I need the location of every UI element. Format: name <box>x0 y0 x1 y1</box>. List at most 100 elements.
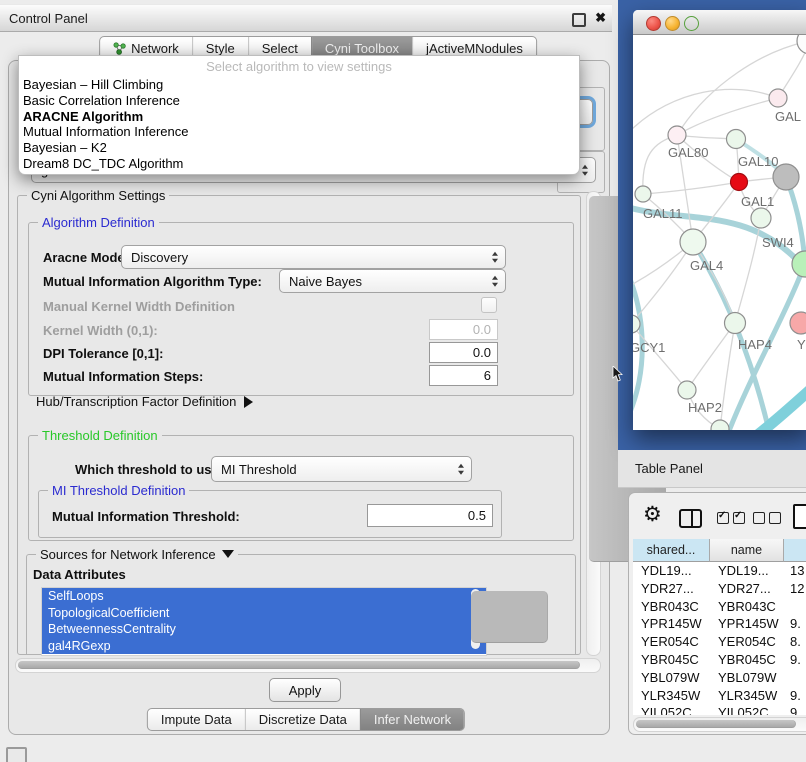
table-row[interactable]: YBR043CYBR043C <box>633 598 806 616</box>
table-row[interactable]: YPR145WYPR145W9. <box>633 615 806 633</box>
table-row[interactable]: YBR045CYBR045C9. <box>633 651 806 669</box>
network-node[interactable] <box>678 381 696 399</box>
table-horizontal-scrollbar[interactable] <box>633 717 806 732</box>
algorithm-option[interactable]: Mutual Information Inference <box>19 124 579 140</box>
checked-checkbox-icon <box>717 512 729 524</box>
close-traffic-light[interactable] <box>646 16 661 31</box>
network-node[interactable] <box>751 208 771 228</box>
float-window-icon[interactable] <box>572 13 586 27</box>
mi-type-value: Naive Bayes <box>289 274 362 289</box>
table-row[interactable]: YLR345WYLR345W9. <box>633 687 806 705</box>
scrollbar-thumb[interactable] <box>18 661 580 669</box>
data-attribute-item[interactable]: BetweennessCentrality <box>42 621 486 638</box>
algorithm-option[interactable]: Basic Correlation Inference <box>19 93 579 109</box>
network-edge <box>643 135 677 194</box>
close-icon[interactable] <box>595 10 606 26</box>
aracne-mode-combobox[interactable]: Discovery <box>121 245 506 269</box>
table-row[interactable]: YIL052CYIL052C9. <box>633 704 806 715</box>
which-threshold-value: MI Threshold <box>221 462 297 477</box>
scrollbar-thumb[interactable] <box>636 720 796 728</box>
settings-horizontal-scrollbar[interactable] <box>15 658 601 673</box>
table-settings-gear-icon[interactable] <box>643 505 662 525</box>
table-cell: 8. <box>784 633 806 651</box>
unchecked-checkbox-icon <box>753 512 765 524</box>
which-threshold-combobox[interactable]: MI Threshold <box>211 456 472 482</box>
tab-discretize-data[interactable]: Discretize Data <box>245 709 360 730</box>
network-node[interactable] <box>711 420 729 430</box>
network-canvas[interactable]: GALGAL80GAL10GAL1GAL11SWI4GAL4HAP4YGCY1H… <box>633 35 806 430</box>
settings-vertical-scrollbar[interactable] <box>586 191 601 656</box>
network-node[interactable] <box>668 126 686 144</box>
unchecked-checkbox-icon <box>769 512 781 524</box>
network-edge <box>720 323 735 429</box>
dpi-tolerance-field[interactable]: 0.0 <box>429 342 498 363</box>
data-attributes-list[interactable]: SelfLoopsTopologicalCoefficientBetweenne… <box>41 587 487 656</box>
apply-button-label: Apply <box>289 683 322 698</box>
table-cell: YIL052C <box>633 704 710 715</box>
data-attribute-item[interactable]: SelfLoops <box>42 588 486 605</box>
split-columns-icon[interactable] <box>679 509 702 528</box>
manual-kernel-checkbox[interactable] <box>481 297 497 313</box>
tab-impute-data[interactable]: Impute Data <box>148 709 245 730</box>
data-attributes-label: Data Attributes <box>33 567 126 582</box>
dpi-tolerance-value: 0.0 <box>473 345 491 360</box>
dock-square-icon[interactable] <box>6 747 27 762</box>
panel-title: Control Panel <box>9 11 88 26</box>
column-header[interactable]: shared... <box>633 539 710 562</box>
node-label: HAP4 <box>738 337 772 352</box>
table-header: shared...name <box>633 539 806 562</box>
column-header[interactable]: name <box>710 539 784 562</box>
screenshot-root: Control Panel Network Style Select <box>0 0 806 762</box>
group-title: Threshold Definition <box>38 428 162 443</box>
network-node[interactable] <box>635 186 651 202</box>
hub-definition-section[interactable]: Hub/Transcription Factor Definition <box>36 394 253 409</box>
expand-arrow-icon[interactable] <box>244 396 253 408</box>
table-cell: YLR345W <box>633 687 710 705</box>
tab-label: Impute Data <box>161 712 232 727</box>
table-row[interactable]: YDL19...YDL19...13 <box>633 562 806 580</box>
network-node[interactable] <box>769 89 787 107</box>
list-scrollbar[interactable] <box>471 589 480 649</box>
collapse-arrow-icon[interactable] <box>222 550 234 558</box>
data-attribute-item[interactable]: gal4RGexp <box>42 638 486 655</box>
mi-type-label: Mutual Information Algorithm Type: <box>43 274 262 289</box>
table-row[interactable]: YBL079WYBL079W <box>633 669 806 687</box>
network-node[interactable] <box>790 312 806 334</box>
mi-type-combobox[interactable]: Naive Bayes <box>279 269 506 293</box>
table-cell: YPR145W <box>710 615 784 633</box>
data-attribute-item[interactable]: TopologicalCoefficient <box>42 605 486 622</box>
network-node[interactable] <box>773 164 799 190</box>
network-window-titlebar[interactable] <box>633 10 806 35</box>
tab-label: Style <box>206 41 235 56</box>
minimize-traffic-light[interactable] <box>665 16 680 31</box>
network-node[interactable] <box>797 35 806 54</box>
network-view[interactable]: GALGAL80GAL10GAL1GAL11SWI4GAL4HAP4YGCY1H… <box>633 35 806 430</box>
network-node[interactable] <box>680 229 706 255</box>
group-title: Sources for Network Inference <box>36 547 238 562</box>
table-row[interactable]: YDR27...YDR27...12 <box>633 580 806 598</box>
deselect-all-icon[interactable] <box>753 512 781 524</box>
tab-infer-network[interactable]: Infer Network <box>360 709 464 730</box>
hub-definition-label: Hub/Transcription Factor Definition <box>36 394 236 409</box>
algorithm-option[interactable]: Bayesian – Hill Climbing <box>19 77 579 93</box>
mi-threshold-field[interactable]: 0.5 <box>367 504 493 527</box>
apply-button[interactable]: Apply <box>269 678 341 702</box>
algorithm-option[interactable]: Bayesian – K2 <box>19 140 579 156</box>
table-row[interactable]: YER054CYER054C8. <box>633 633 806 651</box>
algorithm-option[interactable]: ARACNE Algorithm <box>19 109 579 125</box>
network-node[interactable] <box>725 313 746 334</box>
node-label: GAL1 <box>741 194 774 209</box>
zoom-traffic-light[interactable] <box>684 16 699 31</box>
mi-threshold-definition-group: MI Threshold Definition Mutual Informati… <box>38 490 502 538</box>
network-node[interactable] <box>727 130 746 149</box>
new-document-icon[interactable] <box>793 504 806 529</box>
table-cell: 9. <box>784 704 806 715</box>
mi-steps-field[interactable]: 6 <box>429 365 498 386</box>
algorithm-option[interactable]: Dream8 DC_TDC Algorithm <box>19 156 579 172</box>
column-header[interactable] <box>784 539 806 562</box>
select-all-icon[interactable] <box>717 512 745 524</box>
combo-stepper-icon <box>492 252 498 263</box>
network-node[interactable] <box>731 174 748 191</box>
mi-steps-value: 6 <box>484 368 491 383</box>
scrollbar-thumb[interactable] <box>471 591 548 643</box>
